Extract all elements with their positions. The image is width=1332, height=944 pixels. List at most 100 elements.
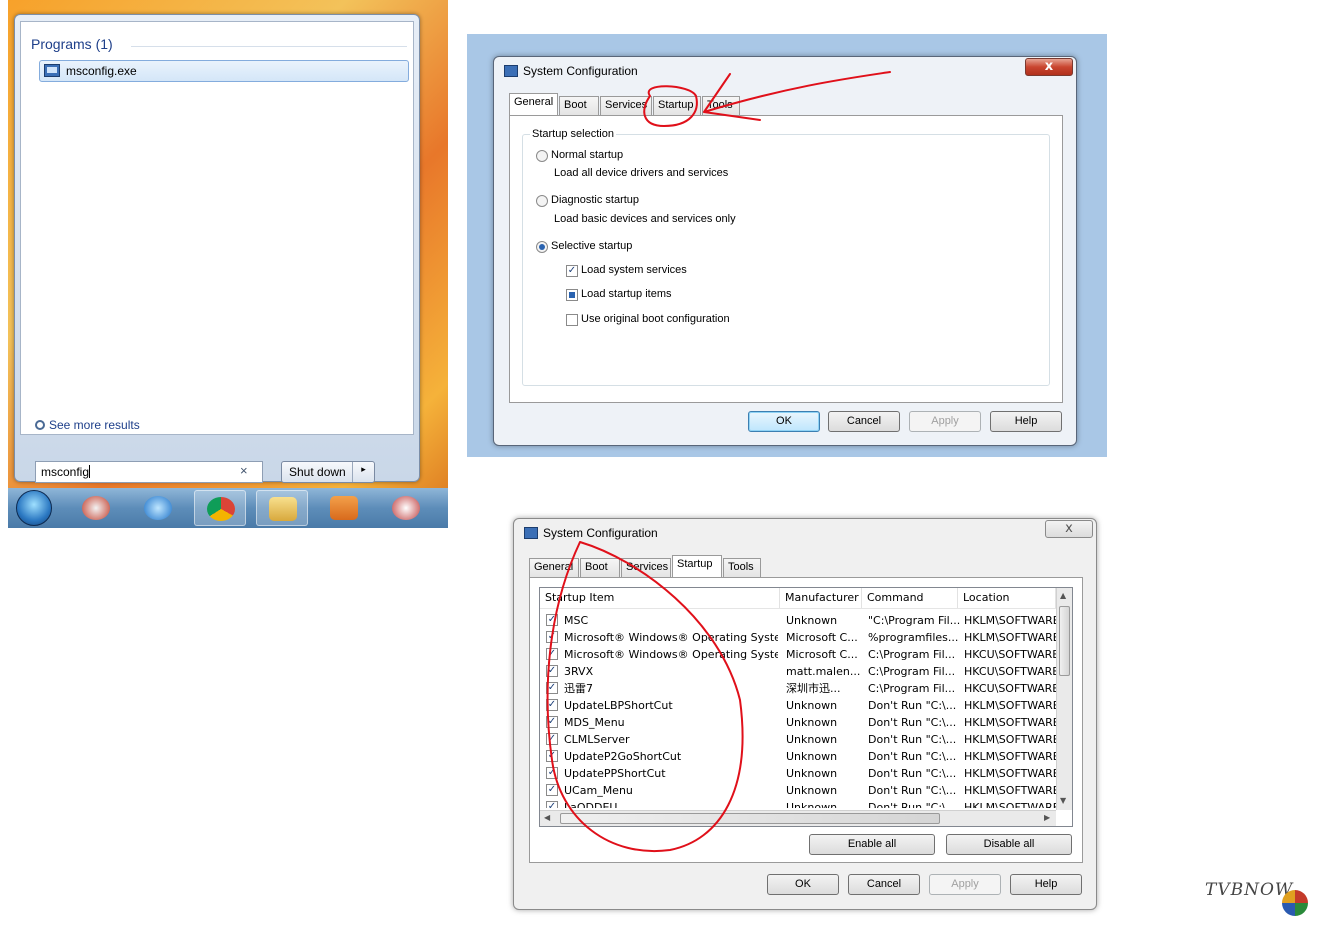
cancel-button[interactable]: Cancel: [828, 411, 900, 432]
tab-general[interactable]: General: [529, 558, 579, 577]
taskbar-explorer[interactable]: [256, 490, 308, 526]
checkbox-use-original-boot[interactable]: [566, 314, 578, 326]
column-header-manufacturer[interactable]: Manufacturer: [780, 588, 862, 608]
cell-location: HKCU\SOFTWARE: [964, 665, 1056, 678]
vertical-scroll-thumb[interactable]: [1059, 606, 1070, 676]
column-header-startup-item[interactable]: Startup Item: [540, 588, 780, 608]
system-configuration-dialog-startup: System Configuration x General Boot Serv…: [513, 518, 1097, 910]
taskbar-internet-explorer[interactable]: [132, 490, 184, 526]
cell-command: C:\Program Fil...: [868, 648, 956, 661]
shut-down-options-arrow[interactable]: ▸: [352, 462, 374, 482]
close-button[interactable]: x: [1045, 520, 1093, 538]
table-row[interactable]: ✓ LaODDEU Unknown Don't Run "C:\... HKLM\SOF…: [540, 799, 1056, 808]
checkbox-load-system-services[interactable]: ✓: [566, 265, 578, 277]
shut-down-button[interactable]: Shut down ▸: [281, 461, 375, 483]
column-header-location[interactable]: Location: [958, 588, 1056, 608]
startup-items-list[interactable]: Startup Item Manufacturer Command Locati…: [539, 587, 1073, 827]
table-row[interactable]: ✓ MDS_Menu Unknown Don't Run "C:\... HKLM\SO…: [540, 714, 1056, 731]
taskbar-snipping-tool[interactable]: [380, 490, 432, 526]
row-enabled-checkbox[interactable]: ✓: [546, 767, 558, 779]
tab-boot[interactable]: Boot: [559, 96, 599, 115]
program-result-label: msconfig.exe: [66, 64, 137, 78]
close-button[interactable]: x: [1025, 58, 1073, 76]
cancel-button[interactable]: Cancel: [848, 874, 920, 895]
tab-boot[interactable]: Boot: [580, 558, 620, 577]
radio-diagnostic-startup[interactable]: [536, 195, 548, 207]
cell-startup-item: Microsoft® Windows® Operating System: [564, 648, 778, 661]
row-enabled-checkbox[interactable]: ✓: [546, 699, 558, 711]
table-row[interactable]: ✓ CLMLServer Unknown Don't Run "C:\... HKLM\…: [540, 731, 1056, 748]
header-divider: [131, 46, 407, 47]
msconfig-icon: [44, 64, 60, 77]
internet-explorer-icon: [144, 496, 172, 520]
row-enabled-checkbox[interactable]: ✓: [546, 682, 558, 694]
tab-startup[interactable]: Startup: [653, 96, 701, 115]
watermark-logo: TVBNOW: [1205, 880, 1294, 900]
tab-services[interactable]: Services: [621, 558, 671, 577]
table-row[interactable]: ✓ UCam_Menu Unknown Don't Run "C:\... HKLM\S…: [540, 782, 1056, 799]
scroll-down-icon[interactable]: ▼: [1060, 796, 1066, 805]
start-orb-button[interactable]: [16, 490, 52, 526]
tab-tools[interactable]: Tools: [702, 96, 740, 115]
row-enabled-checkbox[interactable]: ✓: [546, 784, 558, 796]
row-enabled-checkbox[interactable]: ✓: [546, 733, 558, 745]
table-row[interactable]: ✓ Microsoft® Windows® Operating System Mic…: [540, 646, 1056, 663]
table-row[interactable]: ✓ UpdateLBPShortCut Unknown Don't Run "C:\.…: [540, 697, 1056, 714]
cell-command: Don't Run "C:\...: [868, 733, 957, 746]
column-header-command[interactable]: Command: [862, 588, 958, 608]
ok-button[interactable]: OK: [748, 411, 820, 432]
row-enabled-checkbox[interactable]: ✓: [546, 631, 558, 643]
selective-startup-label[interactable]: Selective startup: [551, 240, 632, 252]
table-row[interactable]: ✓ MSC Unknown "C:\Program Fil... HKLM\SOFTWA…: [540, 612, 1056, 629]
cell-startup-item: 迅雷7: [564, 682, 593, 695]
diagnostic-startup-label[interactable]: Diagnostic startup: [551, 194, 639, 206]
help-button[interactable]: Help: [990, 411, 1062, 432]
row-enabled-checkbox[interactable]: ✓: [546, 801, 558, 808]
checkbox-load-startup-items[interactable]: [566, 289, 578, 301]
load-startup-items-label[interactable]: Load startup items: [581, 288, 672, 300]
apply-button[interactable]: Apply: [929, 874, 1001, 895]
taskbar-media-player[interactable]: [318, 490, 370, 526]
tab-general[interactable]: General: [509, 93, 558, 115]
row-enabled-checkbox[interactable]: ✓: [546, 716, 558, 728]
disable-all-button[interactable]: Disable all: [946, 834, 1072, 855]
radio-normal-startup[interactable]: [536, 150, 548, 162]
normal-startup-label[interactable]: Normal startup: [551, 149, 623, 161]
scroll-up-icon[interactable]: ▲: [1060, 591, 1066, 600]
help-button[interactable]: Help: [1010, 874, 1082, 895]
horizontal-scroll-thumb[interactable]: [560, 813, 940, 824]
cell-location: HKLM\SOFTWARE: [964, 631, 1056, 644]
table-row[interactable]: ✓ 迅雷7 深圳市迅... C:\Program Fil... HKCU\SOFTWAR…: [540, 680, 1056, 697]
row-enabled-checkbox[interactable]: ✓: [546, 665, 558, 677]
vertical-scrollbar[interactable]: ▲ ▼: [1056, 588, 1072, 810]
horizontal-scrollbar[interactable]: ◀ ▶: [540, 810, 1056, 826]
taskbar-chrome[interactable]: [194, 490, 246, 526]
table-row[interactable]: ✓ UpdateP2GoShortCut Unknown Don't Run "C:\…: [540, 748, 1056, 765]
taskbar-app-1[interactable]: [70, 490, 122, 526]
see-more-results-link[interactable]: See more results: [35, 418, 140, 432]
program-result-msconfig[interactable]: msconfig.exe: [39, 60, 409, 82]
table-row[interactable]: ✓ 3RVX matt.malen... C:\Program Fil... HKCU\…: [540, 663, 1056, 680]
row-enabled-checkbox[interactable]: ✓: [546, 614, 558, 626]
dialog-title: System Configuration: [523, 64, 638, 78]
radio-selective-startup[interactable]: [536, 241, 548, 253]
cell-startup-item: UpdatePPShortCut: [564, 767, 666, 780]
use-original-boot-label[interactable]: Use original boot configuration: [581, 313, 730, 325]
row-enabled-checkbox[interactable]: ✓: [546, 750, 558, 762]
load-system-services-label[interactable]: Load system services: [581, 264, 687, 276]
enable-all-button[interactable]: Enable all: [809, 834, 935, 855]
search-input[interactable]: msconfig ×: [35, 461, 263, 483]
tab-services[interactable]: Services: [600, 96, 652, 115]
row-enabled-checkbox[interactable]: ✓: [546, 648, 558, 660]
apply-button[interactable]: Apply: [909, 411, 981, 432]
tab-startup[interactable]: Startup: [672, 555, 722, 577]
tab-tools[interactable]: Tools: [723, 558, 761, 577]
cell-startup-item: UpdateLBPShortCut: [564, 699, 673, 712]
ok-button[interactable]: OK: [767, 874, 839, 895]
scroll-right-icon[interactable]: ▶: [1044, 813, 1050, 822]
table-row[interactable]: ✓ UpdatePPShortCut Unknown Don't Run "C:\..…: [540, 765, 1056, 782]
scroll-left-icon[interactable]: ◀: [544, 813, 550, 822]
table-row[interactable]: ✓ Microsoft® Windows® Operating System Mic…: [540, 629, 1056, 646]
clear-search-icon[interactable]: ×: [240, 463, 248, 478]
cell-location: HKCU\SOFTWARE: [964, 648, 1056, 661]
